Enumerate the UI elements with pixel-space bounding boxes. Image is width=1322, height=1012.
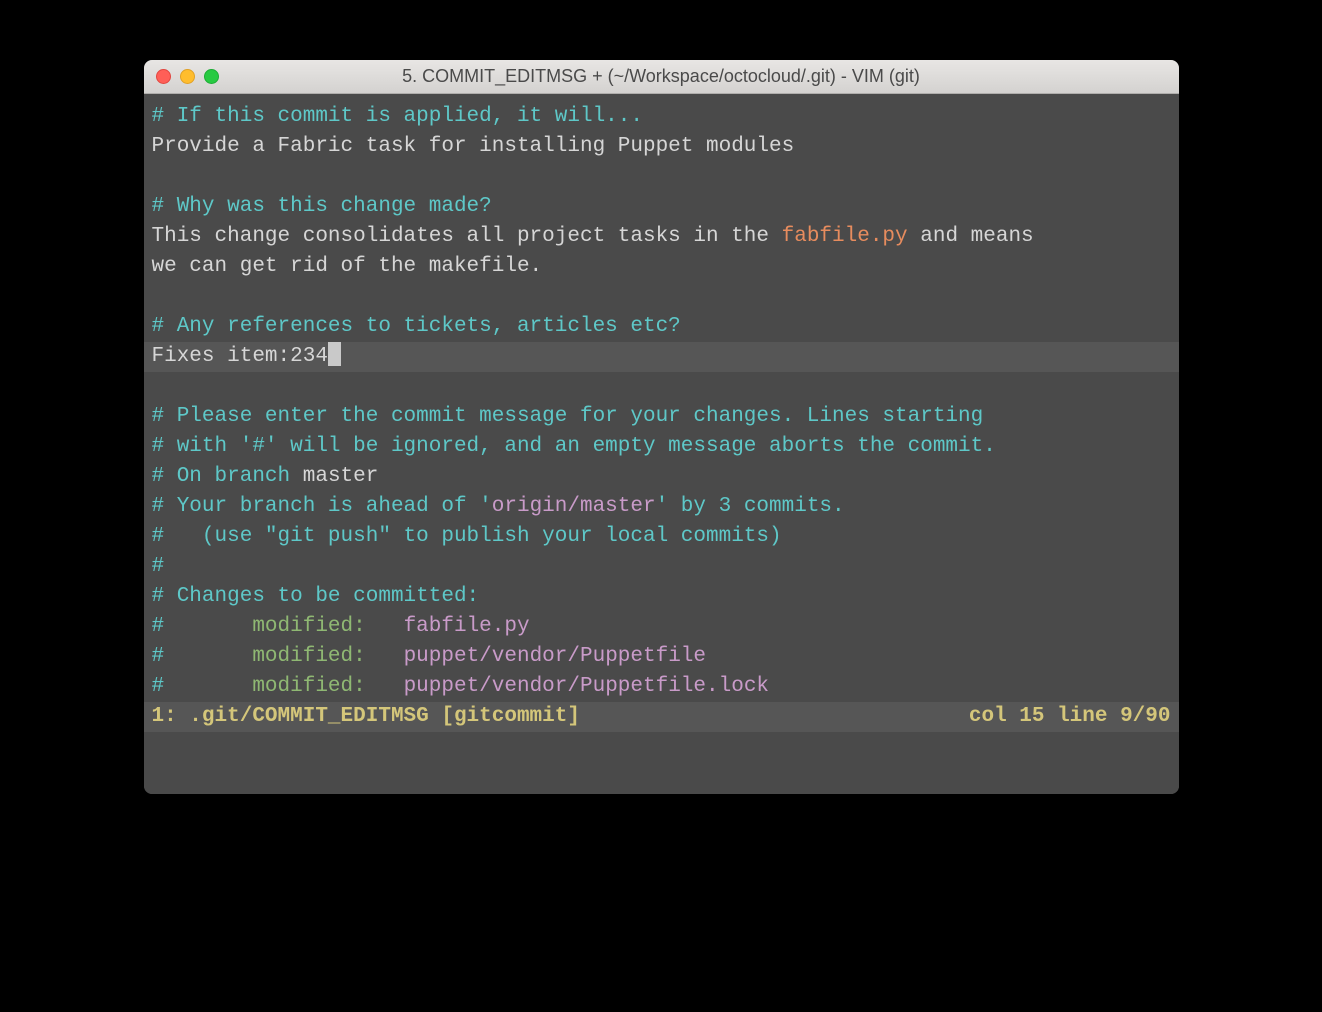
status-filename: 1: .git/COMMIT_EDITMSG [gitcommit] xyxy=(152,702,580,732)
editor-line: # Changes to be committed: xyxy=(144,582,1179,612)
editor-blank xyxy=(144,732,1179,782)
cursor-icon xyxy=(328,342,341,366)
editor-line xyxy=(144,282,1179,312)
window-title: 5. COMMIT_EDITMSG + (~/Workspace/octoclo… xyxy=(156,66,1167,87)
commit-why-header: # Why was this change made? xyxy=(152,195,492,218)
traffic-lights xyxy=(156,69,219,84)
modified-label: modified: xyxy=(164,645,403,668)
editor-line: # modified: fabfile.py xyxy=(144,612,1179,642)
modified-label: modified: xyxy=(164,615,403,638)
editor-line xyxy=(144,162,1179,192)
filename-highlight: fabfile.py xyxy=(782,225,908,248)
editor-line: # Please enter the commit message for yo… xyxy=(144,402,1179,432)
commit-subject: Provide a Fabric task for installing Pup… xyxy=(152,135,795,158)
editor-line: # modified: puppet/vendor/Puppetfile.loc… xyxy=(144,672,1179,702)
git-instruction: # with '#' will be ignored, and an empty… xyxy=(152,435,996,458)
editor-line: # with '#' will be ignored, and an empty… xyxy=(144,432,1179,462)
modified-file: puppet/vendor/Puppetfile xyxy=(404,645,706,668)
git-instruction: # Please enter the commit message for yo… xyxy=(152,405,984,428)
editor-line: Provide a Fabric task for installing Pup… xyxy=(144,132,1179,162)
commit-body-text: and means xyxy=(908,225,1034,248)
git-push-hint: # (use "git push" to publish your local … xyxy=(152,525,782,548)
editor-cursor-line: Fixes item:234 xyxy=(144,342,1179,372)
commit-body-text: This change consolidates all project tas… xyxy=(152,225,782,248)
git-changes-header: # Changes to be committed: xyxy=(152,585,480,608)
quote: ' xyxy=(656,495,669,518)
editor-line: # modified: puppet/vendor/Puppetfile xyxy=(144,642,1179,672)
vim-statusbar: 1: .git/COMMIT_EDITMSG [gitcommit] col 1… xyxy=(144,702,1179,732)
maximize-icon[interactable] xyxy=(204,69,219,84)
terminal-window: 5. COMMIT_EDITMSG + (~/Workspace/octoclo… xyxy=(144,60,1179,794)
git-branch-label: # On branch xyxy=(152,465,303,488)
hash-icon: # xyxy=(152,615,165,638)
modified-file: puppet/vendor/Puppetfile.lock xyxy=(404,675,769,698)
modified-label: modified: xyxy=(164,675,403,698)
git-ahead-text: # Your branch is ahead of xyxy=(152,495,480,518)
modified-file: fabfile.py xyxy=(404,615,530,638)
git-comment: # xyxy=(152,555,165,578)
editor-line: # On branch master xyxy=(144,462,1179,492)
status-position: col 15 line 9/90 xyxy=(969,702,1171,732)
close-icon[interactable] xyxy=(156,69,171,84)
hash-icon: # xyxy=(152,645,165,668)
editor-line: # If this commit is applied, it will... xyxy=(144,102,1179,132)
minimize-icon[interactable] xyxy=(180,69,195,84)
editor-line: we can get rid of the makefile. xyxy=(144,252,1179,282)
commit-template-header: # If this commit is applied, it will... xyxy=(152,105,643,128)
git-ahead-text: by 3 commits. xyxy=(668,495,844,518)
editor-line: # Any references to tickets, articles et… xyxy=(144,312,1179,342)
hash-icon: # xyxy=(152,675,165,698)
window-titlebar[interactable]: 5. COMMIT_EDITMSG + (~/Workspace/octoclo… xyxy=(144,60,1179,94)
vim-editor[interactable]: # If this commit is applied, it will... … xyxy=(144,94,1179,794)
commit-refs-header: # Any references to tickets, articles et… xyxy=(152,315,681,338)
editor-line: # (use "git push" to publish your local … xyxy=(144,522,1179,552)
editor-line: # Why was this change made? xyxy=(144,192,1179,222)
quote: ' xyxy=(479,495,492,518)
branch-name: master xyxy=(303,465,379,488)
commit-body-text: we can get rid of the makefile. xyxy=(152,255,543,278)
remote-branch: origin/master xyxy=(492,495,656,518)
editor-line: This change consolidates all project tas… xyxy=(144,222,1179,252)
commit-fixes-text: Fixes item:234 xyxy=(152,345,328,368)
editor-line: # xyxy=(144,552,1179,582)
editor-line xyxy=(144,372,1179,402)
editor-line: # Your branch is ahead of 'origin/master… xyxy=(144,492,1179,522)
